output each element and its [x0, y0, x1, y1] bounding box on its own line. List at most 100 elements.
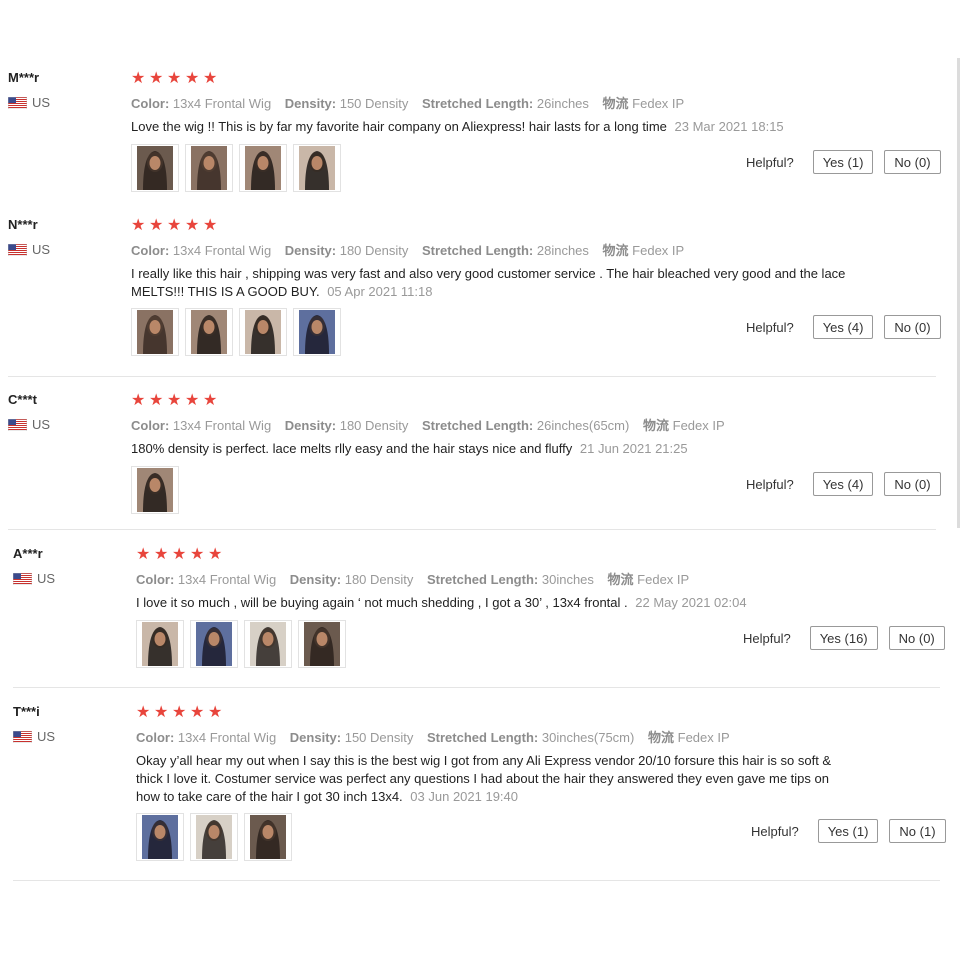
review-divider [8, 529, 936, 530]
attr-shipping-label: 物流 [647, 730, 674, 745]
reviewer-country: US [7, 417, 51, 432]
attr-shipping-value: Fedex IP [672, 418, 725, 433]
helpful-no-button[interactable]: No (0) [884, 150, 941, 174]
star-icon: ★ [203, 217, 219, 234]
helpful-yes-button[interactable]: Yes (4) [812, 472, 874, 496]
attr-color-value: 13x4 Frontal Wig [172, 418, 272, 433]
helpful-no-button[interactable]: No (0) [884, 315, 941, 339]
review-photo-thumbnail[interactable] [136, 620, 184, 668]
review-photos [131, 308, 341, 356]
reviewer-name: T***i [13, 704, 40, 719]
helpful-label: Helpful? [743, 630, 791, 646]
attr-color-value: 13x4 Frontal Wig [177, 730, 277, 745]
attr-shipping-value: Fedex IP [637, 572, 690, 587]
attr-shipping-label: 物流 [602, 96, 629, 111]
country-label: US [32, 95, 51, 110]
helpful-no-button[interactable]: No (0) [884, 472, 941, 496]
reviewer-name: A***r [13, 546, 43, 561]
star-icon: ★ [136, 546, 152, 563]
review-photo-thumbnail[interactable] [244, 813, 292, 861]
product-attributes: Color: 13x4 Frontal Wig Density: 180 Den… [131, 240, 694, 259]
review-photo-thumbnail[interactable] [190, 813, 238, 861]
review-text: I love it so much , will be buying again… [136, 594, 851, 612]
review-photo-thumbnail[interactable] [185, 144, 233, 192]
review-photo-thumbnail[interactable] [244, 620, 292, 668]
reviewer-name: C***t [8, 392, 37, 407]
helpful-controls: Helpful? Yes (16) No (0) [743, 626, 945, 650]
review-photo-thumbnail[interactable] [293, 308, 341, 356]
helpful-yes-button[interactable]: Yes (1) [812, 150, 874, 174]
attr-density-label: Density: [289, 572, 342, 587]
star-rating: ★ ★ ★ ★ ★ [131, 215, 221, 235]
attr-density-value: 180 Density [344, 572, 414, 587]
review-photo-thumbnail[interactable] [136, 813, 184, 861]
star-rating: ★ ★ ★ ★ ★ [136, 702, 226, 722]
helpful-label: Helpful? [751, 823, 799, 839]
helpful-label: Helpful? [746, 154, 794, 170]
review-photo-thumbnail[interactable] [239, 308, 287, 356]
attr-length-label: Stretched Length: [427, 730, 539, 745]
star-icon: ★ [190, 704, 206, 721]
review-photo-thumbnail[interactable] [190, 620, 238, 668]
review-photos [131, 144, 341, 192]
star-icon: ★ [131, 392, 147, 409]
attr-color-value: 13x4 Frontal Wig [172, 243, 272, 258]
attr-shipping-value: Fedex IP [632, 96, 685, 111]
helpful-yes-button[interactable]: Yes (16) [809, 626, 878, 650]
helpful-controls: Helpful? Yes (4) No (0) [746, 472, 941, 496]
star-icon: ★ [203, 70, 219, 87]
attr-density-value: 150 Density [339, 96, 409, 111]
attr-density-label: Density: [284, 418, 337, 433]
review-text: Love the wig !! This is by far my favori… [131, 118, 846, 136]
review-photo-thumbnail[interactable] [298, 620, 346, 668]
star-icon: ★ [185, 217, 201, 234]
review-divider [8, 376, 936, 377]
review-body: Love the wig !! This is by far my favori… [131, 119, 667, 134]
attr-color-label: Color: [136, 730, 175, 745]
us-flag-icon [12, 730, 33, 743]
review-photo-thumbnail[interactable] [239, 144, 287, 192]
attr-density-label: Density: [289, 730, 342, 745]
us-flag-icon [7, 418, 28, 431]
star-icon: ★ [208, 546, 224, 563]
helpful-label: Helpful? [746, 476, 794, 492]
review-photo-thumbnail[interactable] [131, 466, 179, 514]
review-photo-thumbnail[interactable] [131, 308, 179, 356]
star-icon: ★ [185, 392, 201, 409]
helpful-no-button[interactable]: No (0) [888, 626, 945, 650]
star-icon: ★ [131, 217, 147, 234]
attr-color-label: Color: [131, 418, 170, 433]
attr-shipping-value: Fedex IP [677, 730, 730, 745]
attr-length-value: 26inches [536, 96, 589, 111]
attr-length-value: 26inches(65cm) [536, 418, 630, 433]
review-divider [13, 687, 940, 688]
reviewer-country: US [7, 95, 51, 110]
attr-length-value: 28inches [536, 243, 589, 258]
reviewer-country: US [12, 571, 55, 586]
star-icon: ★ [149, 217, 165, 234]
attr-density-value: 180 Density [339, 418, 409, 433]
country-label: US [32, 242, 51, 257]
attr-shipping-value: Fedex IP [632, 243, 685, 258]
attr-color-label: Color: [131, 243, 170, 258]
attr-density-label: Density: [284, 243, 337, 258]
review-photo-thumbnail[interactable] [131, 144, 179, 192]
helpful-no-button[interactable]: No (1) [889, 819, 946, 843]
reviewer-name: M***r [8, 70, 40, 85]
star-icon: ★ [208, 704, 224, 721]
star-icon: ★ [172, 704, 188, 721]
attr-length-value: 30inches(75cm) [541, 730, 635, 745]
star-icon: ★ [154, 704, 170, 721]
review-date: 05 Apr 2021 11:18 [327, 284, 433, 299]
helpful-yes-button[interactable]: Yes (1) [817, 819, 879, 843]
review-photo-thumbnail[interactable] [185, 308, 233, 356]
review-body: 180% density is perfect. lace melts rlly… [131, 441, 573, 456]
review-body: I really like this hair , shipping was v… [131, 266, 846, 299]
country-label: US [37, 729, 56, 744]
helpful-yes-button[interactable]: Yes (4) [812, 315, 874, 339]
review-photos [136, 813, 292, 861]
country-label: US [32, 417, 51, 432]
review-text: 180% density is perfect. lace melts rlly… [131, 440, 846, 458]
reviewer-country: US [12, 729, 56, 744]
review-photo-thumbnail[interactable] [293, 144, 341, 192]
